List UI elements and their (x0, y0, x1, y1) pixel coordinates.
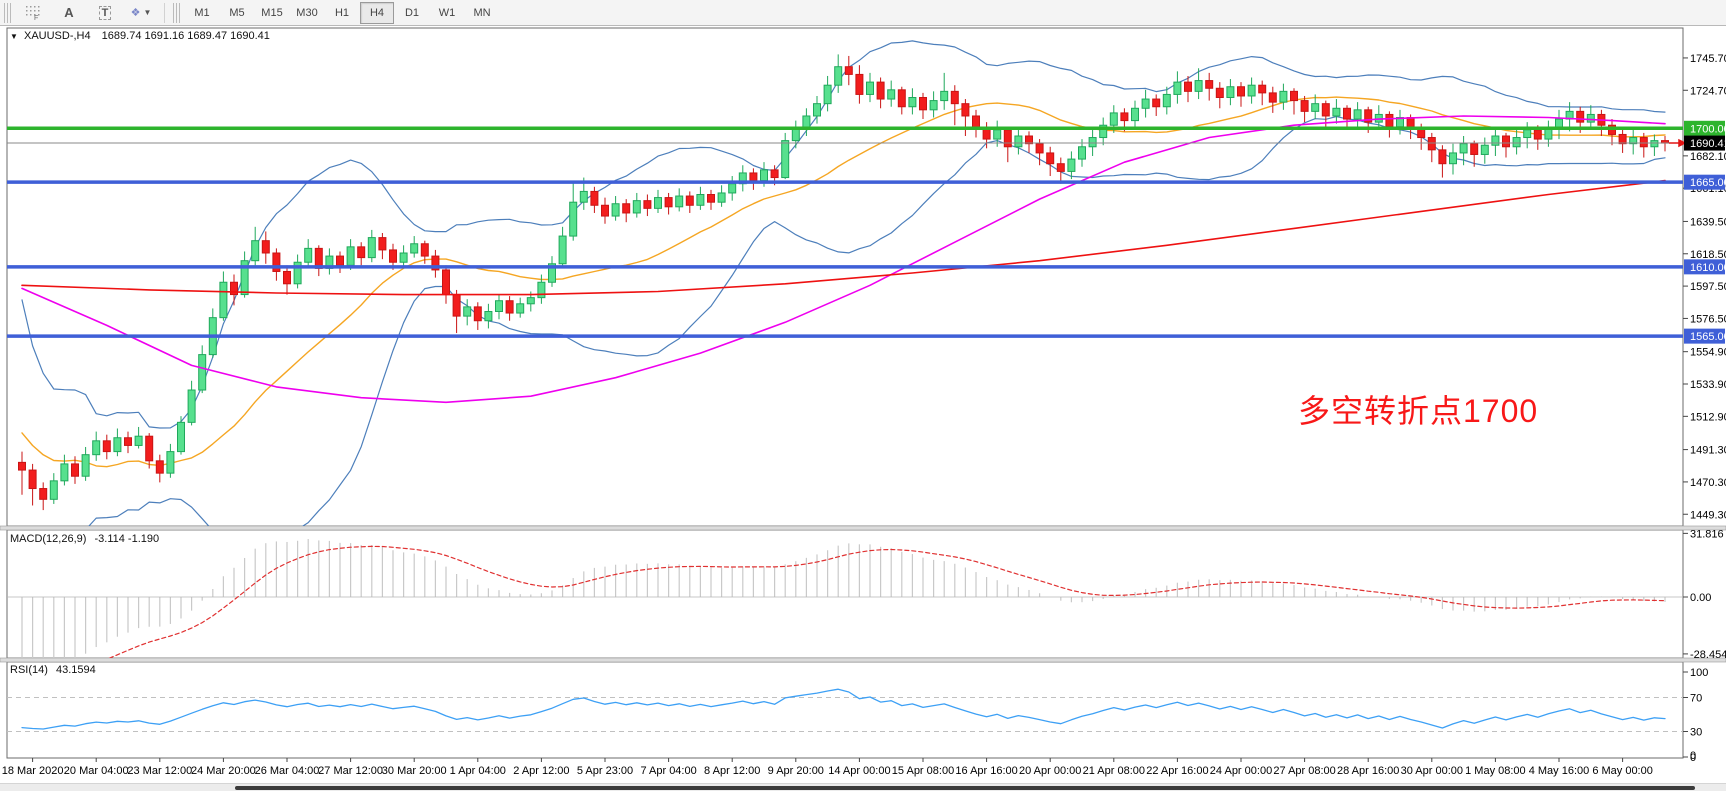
svg-text:1533.90: 1533.90 (1690, 379, 1726, 391)
symbol-dropdown-icon[interactable]: ▼ (10, 32, 18, 41)
svg-text:1610.00: 1610.00 (1690, 262, 1726, 274)
svg-text:26 Mar 04:00: 26 Mar 04:00 (255, 765, 320, 777)
rsi-panel[interactable] (7, 662, 1683, 758)
rsi-value: 43.1594 (56, 664, 96, 676)
svg-text:1690.41: 1690.41 (1690, 138, 1726, 150)
svg-text:4 May 16:00: 4 May 16:00 (1529, 765, 1590, 777)
svg-text:27 Apr 08:00: 27 Apr 08:00 (1273, 765, 1335, 777)
svg-text:1 May 08:00: 1 May 08:00 (1465, 765, 1526, 777)
svg-text:23 Mar 12:00: 23 Mar 12:00 (127, 765, 192, 777)
scrollbar-thumb[interactable] (235, 786, 1695, 790)
toolbar-separator (164, 3, 165, 23)
svg-text:24 Mar 20:00: 24 Mar 20:00 (191, 765, 256, 777)
timeframe-button-M5[interactable]: M5 (220, 2, 254, 24)
svg-text:-28.454: -28.454 (1690, 649, 1726, 661)
svg-text:5 Apr 23:00: 5 Apr 23:00 (577, 765, 633, 777)
letter-a-icon: A (64, 5, 73, 20)
svg-text:30: 30 (1690, 727, 1702, 739)
svg-text:1576.50: 1576.50 (1690, 313, 1726, 325)
svg-text:28 Apr 16:00: 28 Apr 16:00 (1337, 765, 1399, 777)
timeframe-button-H4[interactable]: H4 (360, 2, 394, 24)
svg-text:2 Apr 12:00: 2 Apr 12:00 (513, 765, 569, 777)
svg-text:20 Apr 00:00: 20 Apr 00:00 (1019, 765, 1081, 777)
svg-text:1665.00: 1665.00 (1690, 177, 1726, 189)
svg-text:100: 100 (1690, 667, 1708, 679)
svg-text:1 Apr 04:00: 1 Apr 04:00 (450, 765, 506, 777)
svg-text:18 Mar 2020: 18 Mar 2020 (2, 765, 64, 777)
svg-text:9 Apr 20:00: 9 Apr 20:00 (768, 765, 824, 777)
svg-text:6 May 00:00: 6 May 00:00 (1592, 765, 1653, 777)
svg-text:1682.10: 1682.10 (1690, 151, 1726, 163)
panel-separator[interactable] (0, 526, 1726, 530)
svg-text:1700.00: 1700.00 (1690, 123, 1726, 135)
toolbar-drag-handle[interactable] (4, 3, 12, 23)
chart-annotation-text[interactable]: 多空转折点1700 (1298, 386, 1538, 432)
rsi-name: RSI(14) (10, 664, 48, 676)
top-toolbar: F A T ❖ ▼ M1M5M15M30H1H4D1W1MN (0, 0, 1726, 26)
svg-text:15 Apr 08:00: 15 Apr 08:00 (892, 765, 954, 777)
grid-snap-icon[interactable]: F (16, 2, 50, 24)
svg-text:1639.50: 1639.50 (1690, 216, 1726, 228)
svg-text:F: F (34, 15, 38, 21)
macd-panel[interactable] (7, 530, 1683, 658)
svg-text:20 Mar 04:00: 20 Mar 04:00 (64, 765, 129, 777)
rsi-indicator-label: RSI(14) 43.1594 (10, 664, 96, 676)
svg-text:22 Apr 16:00: 22 Apr 16:00 (1146, 765, 1208, 777)
svg-text:1565.00: 1565.00 (1690, 331, 1726, 343)
svg-text:1618.50: 1618.50 (1690, 249, 1726, 261)
timeframe-button-M15[interactable]: M15 (255, 2, 289, 24)
main-panel[interactable] (7, 28, 1683, 526)
svg-text:1512.90: 1512.90 (1690, 411, 1726, 423)
svg-text:30 Mar 20:00: 30 Mar 20:00 (382, 765, 447, 777)
symbol-label: XAUUSD-,H4 (24, 30, 91, 42)
svg-text:14 Apr 00:00: 14 Apr 00:00 (828, 765, 890, 777)
timeframe-button-H1[interactable]: H1 (325, 2, 359, 24)
timeframe-button-M1[interactable]: M1 (185, 2, 219, 24)
letter-t-icon: T (99, 6, 112, 20)
text-box-button[interactable]: T (88, 2, 122, 24)
macd-indicator-label: MACD(12,26,9) -3.114 -1.190 (10, 533, 159, 545)
timeframe-button-W1[interactable]: W1 (430, 2, 464, 24)
svg-text:1745.70: 1745.70 (1690, 53, 1726, 65)
svg-text:1491.30: 1491.30 (1690, 445, 1726, 457)
svg-text:24 Apr 00:00: 24 Apr 00:00 (1210, 765, 1272, 777)
svg-text:1449.30: 1449.30 (1690, 509, 1726, 521)
macd-name: MACD(12,26,9) (10, 533, 86, 545)
horizontal-scrollbar[interactable] (0, 783, 1726, 791)
grid-dots-icon: F (25, 5, 41, 21)
arrow-styles-button[interactable]: ❖ ▼ (124, 2, 158, 24)
timeframe-button-group: M1M5M15M30H1H4D1W1MN (185, 2, 499, 24)
timeframe-button-M30[interactable]: M30 (290, 2, 324, 24)
svg-text:30 Apr 00:00: 30 Apr 00:00 (1401, 765, 1463, 777)
svg-text:70: 70 (1690, 693, 1702, 705)
panel-separator[interactable] (0, 658, 1726, 662)
svg-text:21 Apr 08:00: 21 Apr 08:00 (1083, 765, 1145, 777)
chevron-down-icon: ▼ (143, 8, 151, 17)
price-axis[interactable]: 1745.701724.701682.101661.101639.501618.… (1683, 53, 1726, 764)
timeframe-button-MN[interactable]: MN (465, 2, 499, 24)
svg-text:1597.50: 1597.50 (1690, 281, 1726, 293)
svg-text:1470.30: 1470.30 (1690, 477, 1726, 489)
svg-text:1554.90: 1554.90 (1690, 347, 1726, 359)
svg-text:16 Apr 16:00: 16 Apr 16:00 (955, 765, 1017, 777)
toolbar-drag-handle-2[interactable] (173, 3, 181, 23)
ohlc-values: 1689.74 1691.16 1689.47 1690.41 (102, 30, 270, 42)
diamonds-icon: ❖ (131, 6, 141, 19)
svg-text:7 Apr 04:00: 7 Apr 04:00 (640, 765, 696, 777)
svg-text:27 Mar 12:00: 27 Mar 12:00 (318, 765, 383, 777)
timeframe-button-D1[interactable]: D1 (395, 2, 429, 24)
svg-text:0.00: 0.00 (1690, 592, 1711, 604)
svg-text:31.816: 31.816 (1690, 528, 1724, 540)
macd-values: -3.114 -1.190 (94, 533, 159, 545)
chart-title[interactable]: ▼ XAUUSD-,H4 1689.74 1691.16 1689.47 169… (10, 30, 270, 42)
axis-corner-zero: 0 (1690, 750, 1696, 762)
text-label-button[interactable]: A (52, 2, 86, 24)
svg-text:8 Apr 12:00: 8 Apr 12:00 (704, 765, 760, 777)
chart-window: 1745.701724.701682.101661.101639.501618.… (0, 26, 1726, 783)
svg-text:1724.70: 1724.70 (1690, 85, 1726, 97)
